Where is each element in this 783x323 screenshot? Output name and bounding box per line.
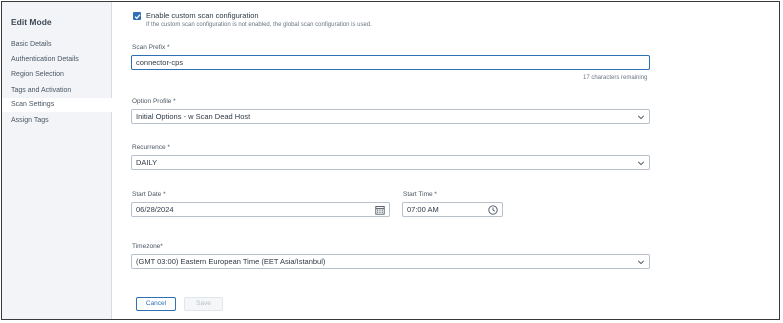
sidebar-item-tags-and-activation[interactable]: Tags and Activation: [2, 84, 112, 98]
recurrence-label: Recurrence *: [132, 144, 170, 151]
recurrence-value: DAILY: [136, 158, 158, 167]
start-date-label: Start Date *: [132, 191, 166, 198]
sidebar-item-authentication-details[interactable]: Authentication Details: [2, 53, 112, 67]
start-time-label: Start Time *: [403, 191, 437, 198]
start-date-value: 06/28/2024: [136, 205, 174, 214]
calendar-icon[interactable]: [375, 205, 385, 215]
checkmark-icon: [134, 13, 140, 19]
sidebar-item-region-selection[interactable]: Region Selection: [2, 68, 112, 82]
characters-remaining: 17 characters remaining: [583, 75, 648, 81]
custom-scan-checkbox[interactable]: [133, 12, 141, 20]
save-button[interactable]: Save: [184, 297, 223, 311]
cancel-button[interactable]: Cancel: [136, 297, 176, 311]
chevron-down-icon: [637, 260, 645, 265]
timezone-label: Timezone*: [132, 243, 163, 250]
start-date-input[interactable]: 06/28/2024: [131, 202, 390, 217]
sidebar-item-assign-tags[interactable]: Assign Tags: [2, 114, 112, 128]
option-profile-value: Initial Options - w Scan Dead Host: [136, 112, 251, 121]
sidebar-item-basic-details[interactable]: Basic Details: [2, 38, 112, 52]
scan-prefix-input[interactable]: connector-cps: [131, 55, 650, 70]
custom-scan-label: Enable custom scan configuration: [146, 11, 259, 20]
clock-icon[interactable]: [488, 205, 498, 215]
sidebar: Edit Mode Basic Details Authentication D…: [2, 2, 112, 319]
timezone-value: (GMT 03:00) Eastern European Time (EET A…: [136, 257, 326, 266]
option-profile-label: Option Profile *: [132, 98, 176, 105]
scan-prefix-label: Scan Prefix *: [132, 44, 170, 51]
recurrence-select[interactable]: DAILY: [131, 155, 650, 170]
start-time-input[interactable]: 07:00 AM: [402, 202, 503, 217]
chevron-down-icon: [637, 115, 645, 120]
option-profile-select[interactable]: Initial Options - w Scan Dead Host: [131, 109, 650, 124]
chevron-down-icon: [637, 161, 645, 166]
timezone-select[interactable]: (GMT 03:00) Eastern European Time (EET A…: [131, 254, 650, 269]
sidebar-item-scan-settings[interactable]: Scan Settings: [2, 98, 112, 112]
scan-prefix-value: connector-cps: [136, 58, 184, 67]
sidebar-title: Edit Mode: [11, 17, 52, 27]
start-time-value: 07:00 AM: [407, 205, 439, 214]
custom-scan-help: If the custom scan configuration is not …: [146, 22, 372, 28]
